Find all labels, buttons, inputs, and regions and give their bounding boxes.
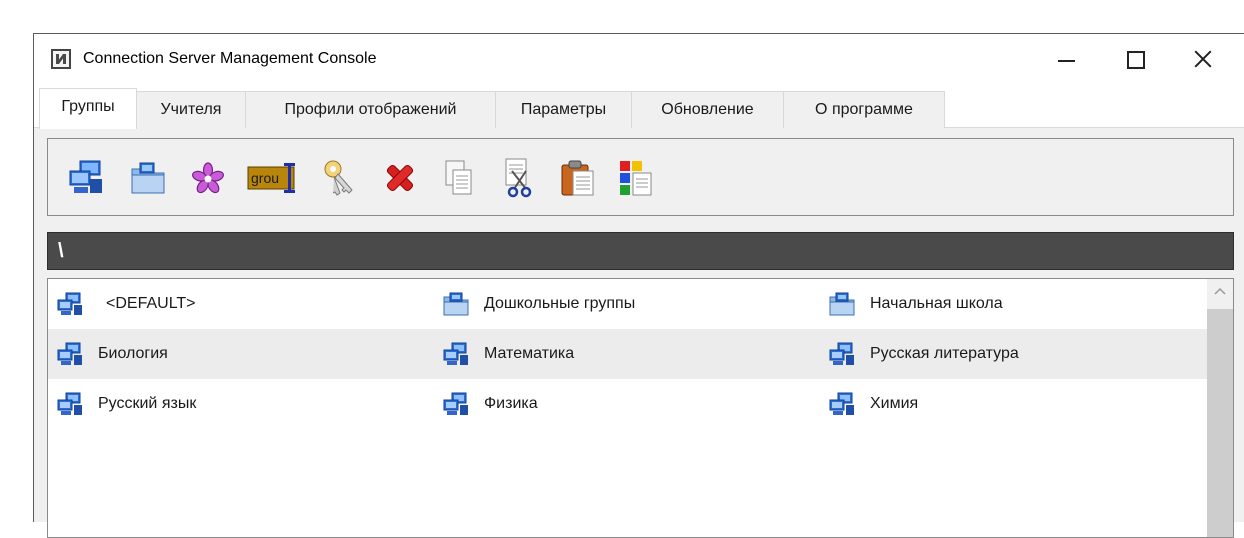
tab-groups[interactable]: Группы xyxy=(39,88,137,129)
minimize-button[interactable] xyxy=(1036,34,1094,84)
group-label: Математика xyxy=(484,345,575,362)
close-button[interactable] xyxy=(1173,34,1231,84)
computers-icon xyxy=(829,342,854,365)
computers-icon xyxy=(57,392,82,415)
group-list[interactable]: <DEFAULT> Дошкольные группы Начальная шк… xyxy=(47,278,1234,538)
new-group-icon[interactable] xyxy=(66,157,106,199)
computers-icon xyxy=(829,392,854,415)
list-item[interactable]: Биология xyxy=(56,329,168,379)
title-bar[interactable]: Connection Server Management Console xyxy=(34,34,1244,84)
scroll-up-arrow-icon[interactable] xyxy=(1214,287,1226,295)
tab-teachers[interactable]: Учителя xyxy=(136,91,246,128)
cut-icon[interactable] xyxy=(498,157,538,199)
delete-icon[interactable] xyxy=(380,157,420,199)
new-folder-icon[interactable] xyxy=(128,157,168,199)
toolbar: grou xyxy=(47,138,1234,216)
tab-update[interactable]: Обновление xyxy=(631,91,784,128)
list-item[interactable]: Физика xyxy=(442,379,538,429)
computers-icon xyxy=(57,342,82,365)
group-label: Начальная школа xyxy=(870,295,1003,312)
copy-icon[interactable] xyxy=(438,157,478,199)
keys-icon[interactable] xyxy=(320,157,360,199)
app-window: Connection Server Management Console Гру… xyxy=(33,33,1244,538)
color-schemes-icon[interactable] xyxy=(616,157,656,199)
paste-icon[interactable] xyxy=(558,157,598,199)
folder-icon xyxy=(829,292,855,316)
list-item[interactable]: Русский язык xyxy=(56,379,196,429)
list-item[interactable]: Математика xyxy=(442,329,574,379)
list-item[interactable]: Химия xyxy=(828,379,918,429)
computers-icon xyxy=(443,342,468,365)
computers-icon xyxy=(57,292,82,315)
scrollbar-thumb[interactable] xyxy=(1207,309,1233,537)
list-item[interactable]: Дошкольные группы xyxy=(442,279,635,329)
group-label: Химия xyxy=(870,395,919,412)
asterisk-icon[interactable] xyxy=(188,157,228,199)
path-bar: \ xyxy=(47,232,1234,270)
maximize-button[interactable] xyxy=(1104,34,1162,84)
group-label: <DEFAULT> xyxy=(106,295,196,312)
vertical-scrollbar[interactable] xyxy=(1207,279,1233,537)
group-label: Физика xyxy=(484,395,538,412)
window-title: Connection Server Management Console xyxy=(83,50,377,67)
tab-parameters[interactable]: Параметры xyxy=(495,91,632,128)
computers-icon xyxy=(443,392,468,415)
group-label: Русская литература xyxy=(870,345,1019,362)
list-item[interactable]: Начальная школа xyxy=(828,279,1003,329)
rename-icon-text: grou xyxy=(251,170,279,186)
list-row: <DEFAULT> Дошкольные группы Начальная шк… xyxy=(48,279,1208,329)
list-item[interactable]: <DEFAULT> xyxy=(56,279,196,329)
list-row: Русский язык Физика Химия xyxy=(48,379,1208,429)
tab-about[interactable]: О программе xyxy=(783,91,945,128)
list-row: Биология Математика Русская литература xyxy=(48,329,1208,379)
rename-icon[interactable]: grou xyxy=(246,157,300,199)
tab-display-profiles[interactable]: Профили отображений xyxy=(245,91,496,128)
group-label: Русский язык xyxy=(98,395,197,412)
list-item[interactable]: Русская литература xyxy=(828,329,1019,379)
folder-icon xyxy=(443,292,469,316)
group-label: Биология xyxy=(98,345,168,362)
group-label: Дошкольные группы xyxy=(484,295,636,312)
app-logo-icon xyxy=(51,49,71,69)
